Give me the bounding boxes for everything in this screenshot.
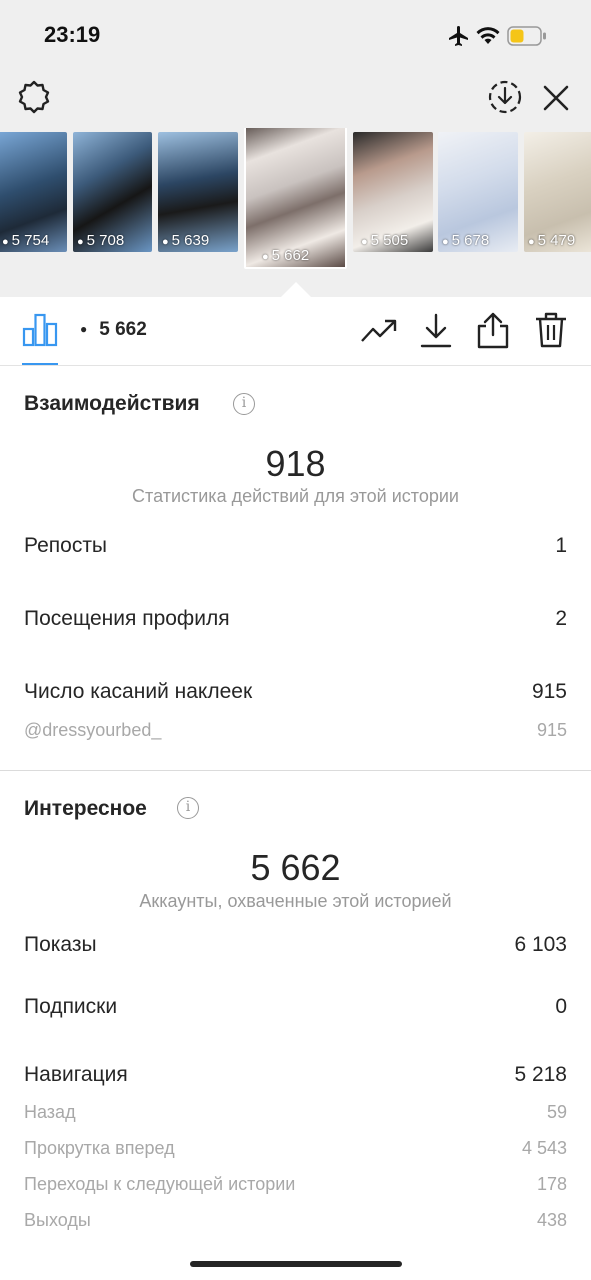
download-circle-icon[interactable] <box>487 79 523 115</box>
airplane-icon <box>449 26 468 46</box>
story-thumbnail[interactable]: ● 5 479 <box>524 132 591 252</box>
discovery-total: 5 662 <box>250 847 341 888</box>
info-icon[interactable]: i <box>233 393 255 415</box>
stat-row: Навигация 5 218 <box>24 1063 567 1091</box>
wifi-icon <box>476 27 500 44</box>
eye-icon: ● <box>80 322 88 336</box>
stat-sub-row: Выходы 438 <box>24 1210 567 1238</box>
eye-icon: ● <box>442 236 449 248</box>
stat-value: 4 543 <box>521 1138 567 1158</box>
story-preview-area: 23:19 ● 5 754 ● 5 708 ● 5 639 ● 5 662 ● … <box>0 0 591 298</box>
stat-label: Выходы <box>24 1210 91 1230</box>
stat-row: Показы 6 103 <box>24 933 567 961</box>
eye-icon: ● <box>77 236 84 248</box>
stat-sub-row: Назад 59 <box>24 1102 567 1130</box>
eye-icon: ● <box>361 236 368 248</box>
stat-label: Подписки <box>24 995 118 1018</box>
stat-label: Навигация <box>24 1063 128 1086</box>
thumbnail-view-count: ● 5 662 <box>262 247 310 264</box>
discovery-title: Интересное <box>24 797 147 820</box>
stat-label: Репосты <box>24 534 108 557</box>
eye-icon: ● <box>528 236 535 248</box>
selection-caret <box>280 282 312 298</box>
status-bar: 23:19 <box>0 0 591 70</box>
stat-value: 1 <box>555 534 567 557</box>
eye-icon: ● <box>162 236 169 248</box>
section-divider <box>0 770 591 771</box>
bar-chart-icon[interactable] <box>22 313 58 347</box>
info-icon[interactable]: i <box>177 797 199 819</box>
interactions-total: 918 <box>265 443 326 484</box>
download-icon[interactable] <box>420 313 452 349</box>
status-time: 23:19 <box>44 22 101 47</box>
thumbnail-view-count: ● 5 505 <box>361 232 409 249</box>
stat-value: 2 <box>555 607 567 630</box>
stat-value: 438 <box>536 1210 567 1230</box>
stat-row: Посещения профиля 2 <box>24 607 567 635</box>
stat-row: Подписки 0 <box>24 995 567 1023</box>
thumbnail-view-count: ● 5 678 <box>442 232 490 249</box>
battery-icon <box>507 26 546 46</box>
stat-row: Репосты 1 <box>24 534 567 562</box>
stat-row: Число касаний наклеек 915 <box>24 680 567 708</box>
stat-value: 915 <box>531 680 567 703</box>
story-thumbnail[interactable]: ● 5 639 <box>158 132 238 252</box>
stat-label: Показы <box>24 933 97 956</box>
stat-sub-row: Переходы к следующей истории 178 <box>24 1174 567 1202</box>
stat-label: Переходы к следующей истории <box>24 1174 296 1194</box>
discovery-caption: Аккаунты, охваченные этой историей <box>139 891 452 911</box>
thumbnail-view-count: ● 5 479 <box>528 232 576 249</box>
stat-label: Прокрутка вперед <box>24 1138 175 1158</box>
stat-value: 178 <box>536 1174 567 1194</box>
share-icon[interactable] <box>476 311 510 349</box>
story-thumbnail[interactable]: ● 5 678 <box>438 132 518 252</box>
thumbnail-view-count: ● 5 708 <box>77 232 125 249</box>
stat-label: Посещения профиля <box>24 607 230 630</box>
sticker-account-link[interactable]: @dressyourbed_ <box>24 720 161 741</box>
views-count: ● 5 662 <box>80 319 147 340</box>
trash-icon[interactable] <box>534 311 568 349</box>
story-thumbnail[interactable]: ● 5 708 <box>73 132 152 252</box>
interactions-caption: Статистика действий для этой истории <box>132 486 459 506</box>
active-tab-underline <box>22 363 58 365</box>
stat-label: Число касаний наклеек <box>24 680 253 703</box>
settings-gear-icon[interactable] <box>15 79 53 117</box>
stat-value: 5 218 <box>514 1063 567 1086</box>
home-indicator[interactable] <box>190 1261 402 1267</box>
story-thumbnail[interactable]: ● 5 754 <box>0 132 67 252</box>
thumbnail-view-count: ● 5 754 <box>2 232 50 249</box>
eye-icon: ● <box>2 236 9 248</box>
stat-sub-row: Прокрутка вперед 4 543 <box>24 1138 567 1166</box>
eye-icon: ● <box>262 251 269 263</box>
story-thumbnail[interactable]: ● 5 505 <box>353 132 433 252</box>
story-thumbnail-strip[interactable]: ● 5 754 ● 5 708 ● 5 639 ● 5 662 ● 5 505 ● 5 67… <box>0 128 591 298</box>
insights-toolbar: ● 5 662 <box>0 297 591 366</box>
thumbnail-view-count: ● 5 639 <box>162 232 210 249</box>
story-thumbnail-selected[interactable]: ● 5 662 <box>244 128 347 269</box>
stat-value: 0 <box>555 995 567 1018</box>
interactions-title: Взаимодействия <box>24 392 200 415</box>
stat-value: 915 <box>536 720 567 740</box>
stat-value: 59 <box>546 1102 567 1122</box>
stat-label: Назад <box>24 1102 76 1122</box>
close-icon[interactable] <box>542 84 570 112</box>
stat-value: 6 103 <box>514 933 567 956</box>
stat-sub-row[interactable]: @dressyourbed_ 915 <box>24 720 567 748</box>
trend-icon[interactable] <box>360 317 398 345</box>
